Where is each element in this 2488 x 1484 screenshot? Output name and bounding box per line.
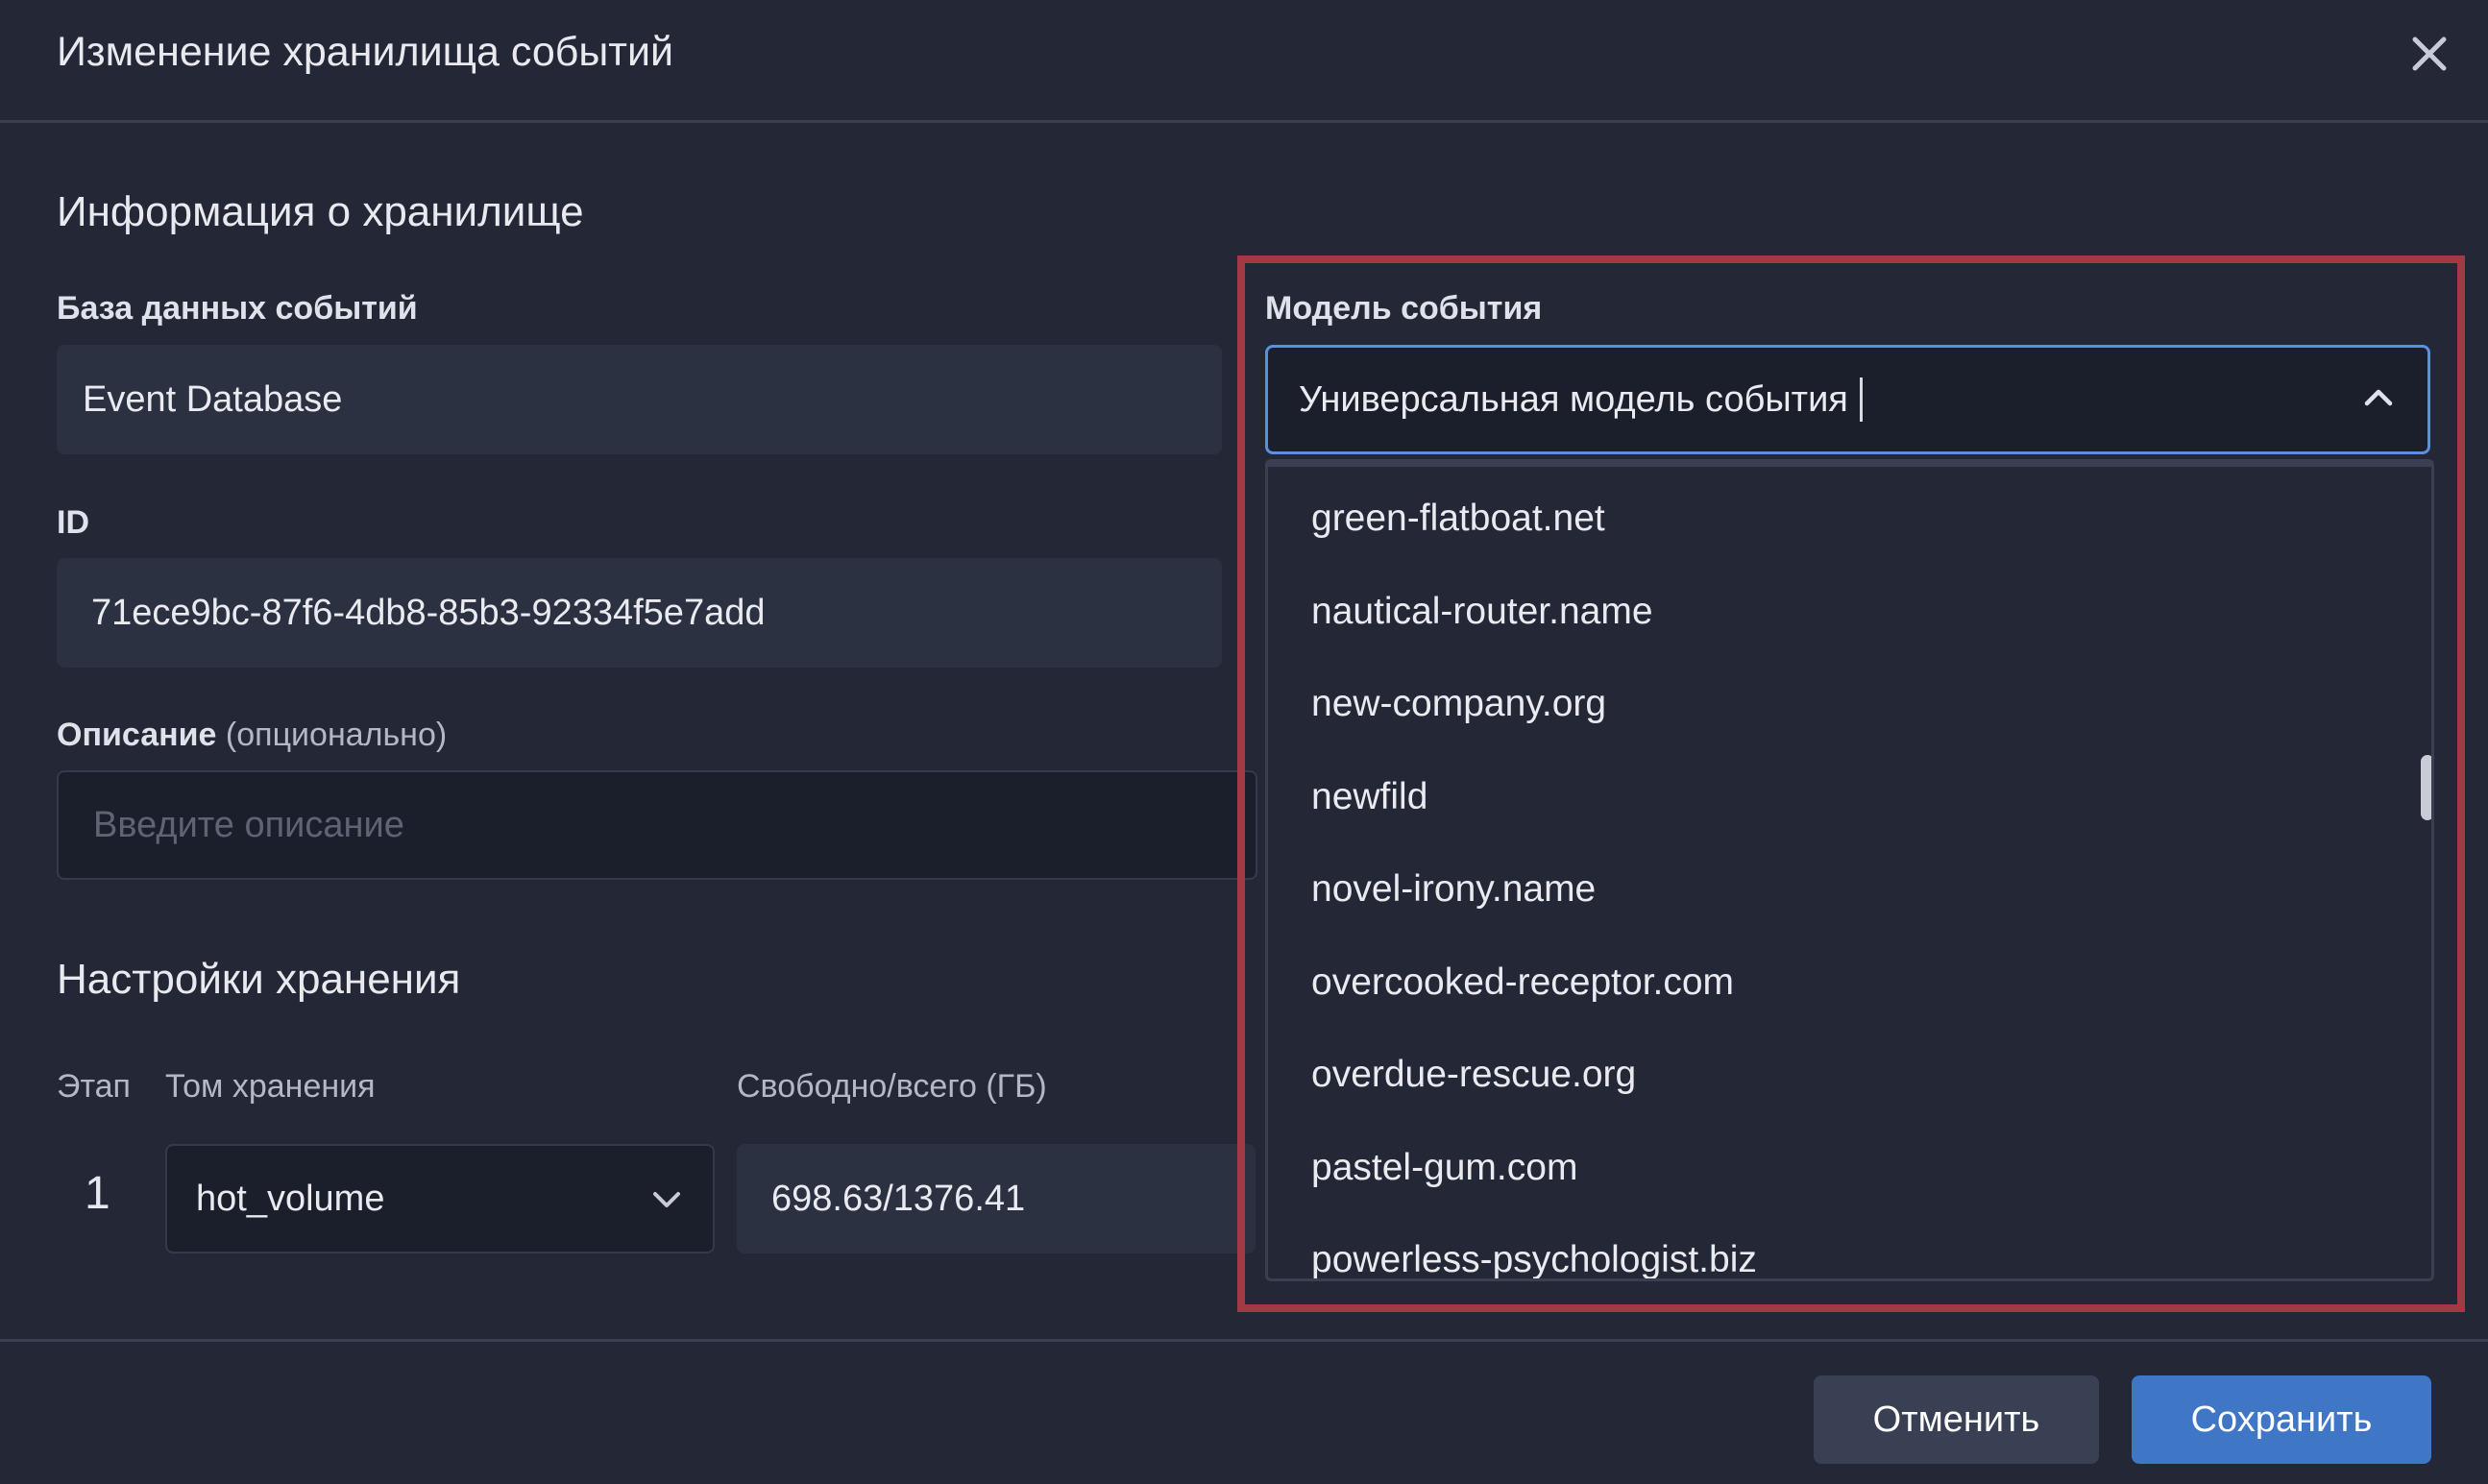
dropdown-scrollbar-thumb[interactable] [2421,755,2431,820]
dialog-header: Изменение хранилища событий [0,0,2488,123]
dropdown-option[interactable]: novel-irony.name [1311,868,1596,911]
close-button[interactable] [2405,27,2453,81]
chevron-up-icon[interactable] [2354,375,2403,423]
text-cursor [1859,377,1863,422]
free-total-value: 698.63/1376.41 [771,1178,1026,1219]
description-label: Описание (опционально) [57,717,447,754]
dropdown-option[interactable]: green-flatboat.net [1311,498,1605,540]
event-database-label: База данных событий [57,290,418,327]
description-label-text: Описание [57,717,217,753]
event-model-dropdown[interactable]: green-flatboat.net nautical-router.name … [1265,459,2434,1281]
free-total-field: 698.63/1376.41 [737,1144,1256,1253]
dropdown-option[interactable]: nautical-router.name [1311,591,1653,633]
dropdown-option[interactable]: overdue-rescue.org [1311,1054,1636,1096]
dropdown-option[interactable]: pastel-gum.com [1311,1147,1577,1189]
dropdown-option[interactable]: newfild [1311,776,1427,818]
dropdown-option[interactable]: new-company.org [1311,683,1606,725]
storage-volume-value: hot_volume [196,1178,385,1219]
event-model-value: Универсальная модель события [1299,378,1848,420]
volume-column-header: Том хранения [165,1068,376,1105]
description-optional-hint: (опционально) [225,717,448,753]
event-model-label: Модель события [1265,290,1543,327]
chevron-down-icon [653,1192,680,1207]
id-label: ID [57,504,89,541]
storage-settings-heading: Настройки хранения [57,956,461,1003]
id-value: 71ece9bc-87f6-4db8-85b3-92334f5e7add [91,592,766,633]
storage-volume-select[interactable]: hot_volume [165,1144,715,1253]
description-placeholder: Введите описание [93,804,404,845]
event-model-combobox[interactable]: Универсальная модель события [1265,345,2430,454]
storage-info-heading: Информация о хранилище [57,188,584,235]
id-field: 71ece9bc-87f6-4db8-85b3-92334f5e7add [57,558,1222,668]
dropdown-option[interactable]: overcooked-receptor.com [1311,961,1734,1004]
free-total-column-header: Свободно/всего (ГБ) [737,1068,1047,1105]
stage-column-header: Этап [57,1068,131,1105]
edit-event-storage-dialog: Изменение хранилища событий Информация о… [0,0,2488,1481]
description-input[interactable]: Введите описание [57,770,1257,880]
save-button[interactable]: Сохранить [2132,1375,2431,1464]
dropdown-option[interactable]: powerless-psychologist.biz [1311,1239,1757,1278]
event-database-field: Event Database [57,345,1222,454]
cancel-button[interactable]: Отменить [1814,1375,2099,1464]
stage-number: 1 [85,1168,110,1219]
dialog-footer [0,1339,2488,1484]
close-icon [2412,36,2447,71]
dialog-title: Изменение хранилища событий [57,29,673,75]
event-database-value: Event Database [83,378,343,420]
